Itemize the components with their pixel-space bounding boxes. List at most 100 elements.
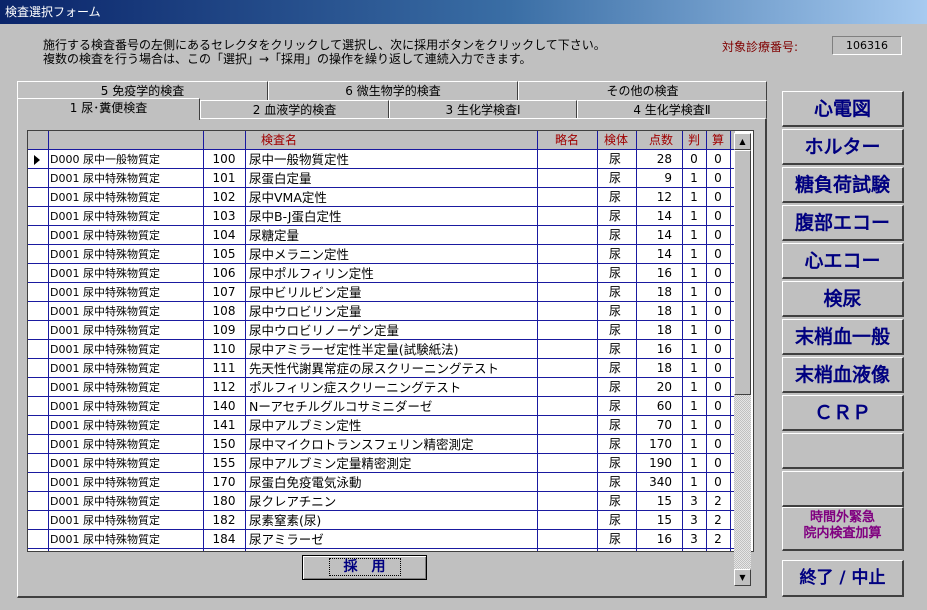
peripheral-blood-button[interactable]: 末梢血一般 [782,319,904,355]
emergency-line-1: 時間外緊急 [809,510,875,525]
tab-microbiology[interactable]: 6 微生物学的検査 [268,81,518,100]
after-hours-emergency-button[interactable]: 時間外緊急 院内検査加算 [782,507,904,551]
grid-row-line [28,187,735,188]
cell-points: 170 [649,437,672,451]
table-header: 検査名 略名 検体 点数 判 算 [28,131,735,150]
adopt-button[interactable]: 採 用 [302,555,427,580]
cell-test-name: 尿中ウロビリン定量 [249,304,362,319]
grid-row-line [28,320,735,321]
blank-1-button[interactable] [782,433,904,469]
grid-column-line [636,131,637,551]
crp-button[interactable]: ＣＲＰ [782,395,904,431]
tab-other-tests[interactable]: その他の検査 [518,81,767,100]
table-scrollbar[interactable]: ▲ ▼ [734,133,751,586]
cell-test-name: 尿中VMA定性 [249,190,327,205]
grid-column-line [245,131,246,551]
tab-hematology[interactable]: 2 血液学的検査 [200,100,389,119]
cell-calc: 0 [714,418,722,432]
grid-row-line [28,339,735,340]
grid-row-line [28,529,735,530]
cell-test-name: 尿中ビリルビン定量 [249,285,362,300]
grid-row-line [28,510,735,511]
cell-points: 15 [656,494,672,508]
table-row[interactable]: D001 尿中特殊物質定 105 尿中メラニン定性 尿 14 1 0 [28,245,751,264]
cell-code: D001 尿中特殊物質定 [50,476,160,489]
table-row[interactable]: D001 尿中特殊物質定 182 尿素窒素(尿) 尿 15 3 2 [28,511,751,530]
table-row[interactable]: D001 尿中特殊物質定 107 尿中ビリルビン定量 尿 18 1 0 [28,283,751,302]
cell-number: 155 [212,456,236,470]
cell-specimen: 尿 [608,171,621,185]
table-row[interactable]: D001 尿中特殊物質定 184 尿アミラーゼ 尿 16 3 2 [28,530,751,549]
cell-points: 16 [656,532,672,546]
cardiac-echo-button[interactable]: 心エコー [782,243,904,279]
cell-specimen: 尿 [608,304,621,318]
cell-judge: 1 [690,380,698,394]
cell-specimen: 尿 [608,152,621,166]
table-row[interactable]: D001 尿中特殊物質定 103 尿中B-J蛋白定性 尿 14 1 0 [28,207,751,226]
table-row[interactable]: D001 尿中特殊物質定 108 尿中ウロビリン定量 尿 18 1 0 [28,302,751,321]
cell-code: D001 尿中特殊物質定 [50,286,160,299]
table-row[interactable]: D001 尿中特殊物質定 155 尿中アルブミン定量精密測定 尿 190 1 0 [28,454,751,473]
table-row[interactable]: D000 尿中一般物質定 100 尿中一般物質定性 尿 28 0 0 [28,150,751,169]
instructions: 施行する検査番号の左側にあるセレクタをクリックして選択し、次に採用ボタンをクリッ… [43,38,606,66]
cell-number: 104 [212,228,236,242]
scroll-down-button[interactable]: ▼ [734,569,751,586]
table-row[interactable]: D001 尿中特殊物質定 110 尿中アミラーゼ定性半定量(試験紙法) 尿 16 1 0 [28,340,751,359]
cell-test-name: 尿アミラーゼ [249,532,324,547]
patient-number-field[interactable]: 106316 [832,36,902,55]
title-bar: 検査選択フォーム [0,0,927,24]
cell-judge: 1 [690,323,698,337]
cell-number: 110 [212,342,236,356]
cell-code: D001 尿中特殊物質定 [50,533,160,546]
cell-test-name: 尿蛋白免疫電気泳動 [249,475,362,490]
cell-specimen: 尿 [608,228,621,242]
cell-points: 28 [656,152,672,166]
grid-row-line [28,472,735,473]
table-row[interactable]: D001 尿中特殊物質定 104 尿糖定量 尿 14 1 0 [28,226,751,245]
blank-2-button[interactable] [782,471,904,507]
blood-smear-button[interactable]: 末梢血液像 [782,357,904,393]
cell-number: 106 [212,266,236,280]
cell-specimen: 尿 [608,399,621,413]
table-row[interactable]: D001 尿中特殊物質定 141 尿中アルブミン定性 尿 70 1 0 [28,416,751,435]
scroll-up-button[interactable]: ▲ [734,133,751,150]
tab-urine-stool[interactable]: 1 尿･糞便検査 [17,98,200,120]
table-row[interactable]: D001 尿中特殊物質定 150 尿中マイクロトランスフェリン精密測定 尿 170 1 0 [28,435,751,454]
cell-number: 108 [212,304,236,318]
cell-test-name: 尿糖定量 [249,228,300,243]
cell-judge: 1 [690,209,698,223]
cell-calc: 0 [714,456,722,470]
scroll-thumb[interactable] [734,150,751,395]
cell-judge: 3 [690,513,698,527]
cell-judge: 1 [690,456,698,470]
cell-code: D001 尿中特殊物質定 [50,495,160,508]
table-row[interactable]: D001 尿中特殊物質定 109 尿中ウロビリノーゲン定量 尿 18 1 0 [28,321,751,340]
table-row[interactable]: D001 尿中特殊物質定 106 尿中ポルフィリン定性 尿 16 1 0 [28,264,751,283]
grid-column-line [730,131,731,551]
cell-specimen: 尿 [608,285,621,299]
cell-test-name: 尿蛋白定量 [249,171,312,186]
cell-code: D001 尿中特殊物質定 [50,343,160,356]
table-row[interactable]: D001 尿中特殊物質定 180 尿クレアチニン 尿 15 3 2 [28,492,751,511]
table-row[interactable]: D001 尿中特殊物質定 101 尿蛋白定量 尿 9 1 0 [28,169,751,188]
table-row[interactable]: D001 尿中特殊物質定 102 尿中VMA定性 尿 12 1 0 [28,188,751,207]
tab-biochemistry-2[interactable]: 4 生化学検査Ⅱ [577,100,767,119]
cell-calc: 0 [714,342,722,356]
cell-number: 103 [212,209,236,223]
abdominal-echo-button[interactable]: 腹部エコー [782,205,904,241]
table-row[interactable]: D001 尿中特殊物質定 112 ポルフィリン症スクリーニングテスト 尿 20 1 0 [28,378,751,397]
cell-points: 20 [656,380,672,394]
ecg-button[interactable]: 心電図 [782,91,904,127]
table-row[interactable]: D001 尿中特殊物質定 170 尿蛋白免疫電気泳動 尿 340 1 0 [28,473,751,492]
glucose-tolerance-button[interactable]: 糖負荷試験 [782,167,904,203]
table-row[interactable]: D001 尿中特殊物質定 140 Nーアセチルグルコサミニダーゼ 尿 60 1 0 [28,397,751,416]
table-row[interactable]: D001 尿中特殊物質定 111 先天性代謝異常症の尿スクリーニングテスト 尿 18 1 0 [28,359,751,378]
grid-row-line [28,301,735,302]
cell-code: D001 尿中特殊物質定 [50,438,160,451]
holter-button[interactable]: ホルター [782,129,904,165]
tab-biochemistry-1[interactable]: 3 生化学検査Ⅰ [389,100,577,119]
urinalysis-button[interactable]: 検尿 [782,281,904,317]
cell-specimen: 尿 [608,456,621,470]
grid-row-line [28,415,735,416]
exit-button[interactable]: 終了 / 中止 [782,560,904,597]
